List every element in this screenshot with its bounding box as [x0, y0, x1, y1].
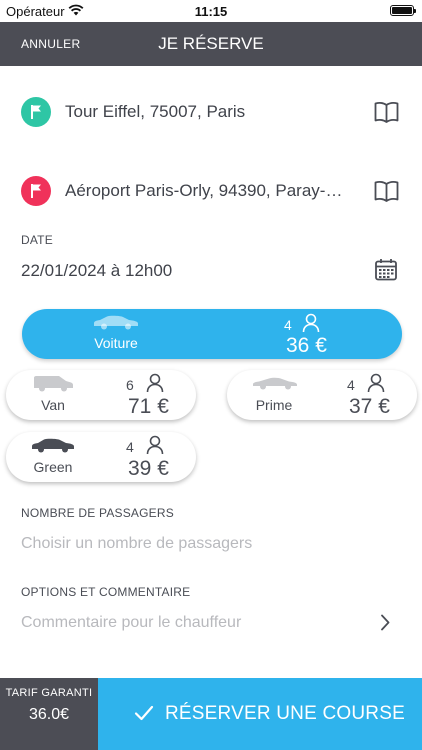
pickup-flag-icon: [21, 97, 51, 127]
vehicle-price: 39 €: [128, 457, 169, 480]
check-icon: [134, 705, 154, 726]
status-bar: Opérateur 11:15: [0, 0, 422, 22]
reserve-button[interactable]: RÉSERVER UNE COURSE: [98, 678, 422, 750]
seat-count: 4: [126, 439, 134, 455]
car-icon: [92, 314, 140, 335]
reserve-label: RÉSERVER UNE COURSE: [165, 703, 405, 724]
date-label: DATE: [21, 233, 53, 247]
dropoff-address: Aéroport Paris-Orly, 94390, Paray-Vieill…: [65, 181, 353, 200]
vehicle-name: Green: [33, 459, 73, 475]
seat-count: 4: [284, 317, 292, 333]
vehicle-option-voiture[interactable]: Voiture 4 36 €: [22, 309, 402, 359]
passengers-label: NOMBRE DE PASSAGERS: [21, 506, 174, 520]
dropoff-flag-icon: [21, 176, 51, 206]
book-icon[interactable]: [374, 101, 399, 128]
vehicle-option-prime[interactable]: Prime 4 37 €: [227, 370, 417, 420]
pickup-address-row[interactable]: Tour Eiffel, 75007, Paris: [0, 93, 422, 133]
dropoff-address-row[interactable]: Aéroport Paris-Orly, 94390, Paray-Vieill…: [0, 172, 422, 212]
date-value[interactable]: 22/01/2024 à 12h00: [21, 261, 172, 281]
vehicle-option-van[interactable]: Van 6 71 €: [6, 370, 196, 420]
chevron-right-icon[interactable]: [380, 614, 390, 636]
calendar-icon[interactable]: [374, 258, 398, 287]
tarif-label: TARIF GARANTI: [5, 687, 93, 699]
guaranteed-fare: TARIF GARANTI 36.0€: [0, 678, 98, 750]
nav-bar: ANNULER JE RÉSERVE: [0, 22, 422, 66]
passengers-field[interactable]: Choisir un nombre de passagers: [21, 535, 252, 553]
pickup-address: Tour Eiffel, 75007, Paris: [65, 102, 246, 121]
vehicle-name: Prime: [255, 397, 293, 413]
comment-field[interactable]: Commentaire pour le chauffeur: [21, 614, 241, 632]
clock: 11:15: [194, 4, 228, 19]
book-icon[interactable]: [374, 180, 399, 207]
battery-icon: [390, 5, 416, 16]
car-icon: [30, 437, 76, 458]
seat-count: 4: [347, 377, 355, 393]
vehicle-name: Van: [41, 397, 65, 413]
tarif-value: 36.0€: [28, 706, 70, 723]
sports-car-icon: [251, 376, 299, 395]
seat-count: 6: [126, 377, 134, 393]
vehicle-option-green[interactable]: Green 4 39 €: [6, 432, 196, 482]
vehicle-price: 71 €: [128, 395, 169, 418]
van-icon: [32, 374, 74, 397]
vehicle-price: 37 €: [349, 395, 390, 418]
vehicle-name: Voiture: [94, 335, 138, 351]
vehicle-price: 36 €: [286, 334, 327, 357]
page-title: JE RÉSERVE: [158, 34, 264, 53]
options-label: OPTIONS ET COMMENTAIRE: [21, 585, 191, 599]
